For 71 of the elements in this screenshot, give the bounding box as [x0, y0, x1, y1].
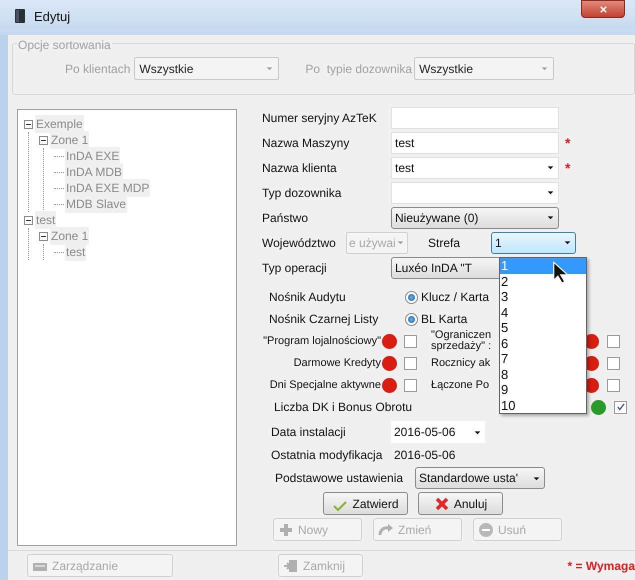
required-mark: *	[565, 136, 570, 150]
field-label: Typ operacji	[261, 260, 328, 276]
plus-icon	[278, 522, 294, 538]
field-label: Ostatnia modyfikacja	[270, 447, 384, 464]
checkbox[interactable]	[607, 334, 620, 348]
collapse-icon[interactable]	[24, 216, 33, 224]
collapse-icon[interactable]	[24, 120, 33, 128]
field-label: Nośnik Czarnej Listy	[268, 311, 380, 328]
action-button[interactable]: Zatwierd	[323, 492, 408, 515]
curved-arrow-icon	[378, 522, 394, 538]
checkbox[interactable]	[404, 334, 417, 348]
filter-label: Po typie dozownika	[305, 60, 412, 78]
date-value: 2016-05-06	[394, 447, 456, 464]
required-mark: *	[565, 160, 570, 174]
cross-icon	[434, 496, 450, 512]
required-note: * = Wymaga	[568, 558, 635, 574]
filter-dropdown[interactable]: Wszystkie	[134, 57, 280, 80]
field-label: Nośnik Audytu	[268, 289, 347, 306]
radio-label: BL Karta	[421, 311, 468, 328]
dropdown-option[interactable]: 9	[500, 382, 586, 398]
feature-label: Dni Specjalne aktywne	[270, 378, 381, 393]
collapse-icon[interactable]	[39, 136, 48, 144]
close-button[interactable]	[581, 0, 625, 18]
feature-label: "Program lojalnościowy"	[263, 334, 381, 349]
radio-label: Klucz / Karta	[421, 289, 490, 306]
feature-label: "Ograniczen sprzedaży" :	[431, 330, 492, 352]
field-label: Strefa	[428, 234, 462, 252]
feature-label: Rocznicy ak	[431, 358, 492, 368]
action-button[interactable]: Anuluj	[418, 492, 503, 515]
dropdown-option[interactable]: 8	[500, 366, 586, 382]
field-label: Podstawowe ustawienia	[274, 470, 404, 487]
dropdown-option[interactable]: 7	[500, 351, 586, 366]
radio-button[interactable]	[405, 290, 418, 304]
select-dropdown[interactable]: Nieużywane (0)	[391, 206, 559, 228]
dropdown-option[interactable]: 4	[500, 304, 586, 320]
dropdown-option[interactable]: 3	[500, 289, 586, 304]
field-label: Nazwa klienta	[261, 160, 338, 176]
door-icon	[283, 558, 299, 574]
checkbox[interactable]	[614, 400, 627, 414]
select-dropdown[interactable]: Standardowe usta'	[415, 467, 545, 489]
checkbox[interactable]	[607, 378, 620, 392]
zone-dropdown[interactable]: 1	[491, 232, 576, 254]
collapse-icon[interactable]	[39, 232, 48, 240]
filter-dropdown[interactable]: Wszystkie	[414, 57, 554, 80]
field-label: Państwo	[261, 210, 310, 226]
field-label: Typ dozownika	[261, 184, 342, 202]
filter-label: Po klientach	[65, 60, 130, 78]
text-field[interactable]	[391, 106, 559, 128]
feature-label: Liczba DK i Bonus Obrotu	[274, 399, 414, 416]
checkbox[interactable]	[607, 356, 620, 370]
close-icon	[598, 4, 608, 14]
field-label: Województwo	[261, 234, 337, 252]
window-title: Edytuj	[34, 8, 70, 26]
window-icon	[12, 7, 28, 25]
feature-label: Łączone Po	[431, 380, 490, 390]
field-label: Numer seryjny AzTeK	[261, 110, 378, 126]
check-icon	[616, 402, 626, 412]
field-label: Nazwa Maszyny	[261, 134, 350, 152]
feature-label: Darmowe Kredyty	[294, 356, 381, 371]
minus-icon	[478, 522, 494, 538]
radio-button[interactable]	[405, 312, 418, 326]
dropdown-option[interactable]: 5	[500, 320, 586, 336]
checkbox[interactable]	[404, 356, 417, 370]
text-field[interactable]: test	[391, 132, 559, 154]
date-picker[interactable]: 2016-05-06	[391, 421, 485, 443]
field-label: Data instalacji	[270, 424, 347, 441]
dropdown-option[interactable]: 6	[500, 336, 586, 351]
checkbox[interactable]	[404, 378, 417, 392]
dropdown-field[interactable]: test	[391, 156, 559, 178]
dropdown-field[interactable]	[391, 182, 559, 204]
dropdown-option[interactable]: 10	[500, 398, 586, 413]
